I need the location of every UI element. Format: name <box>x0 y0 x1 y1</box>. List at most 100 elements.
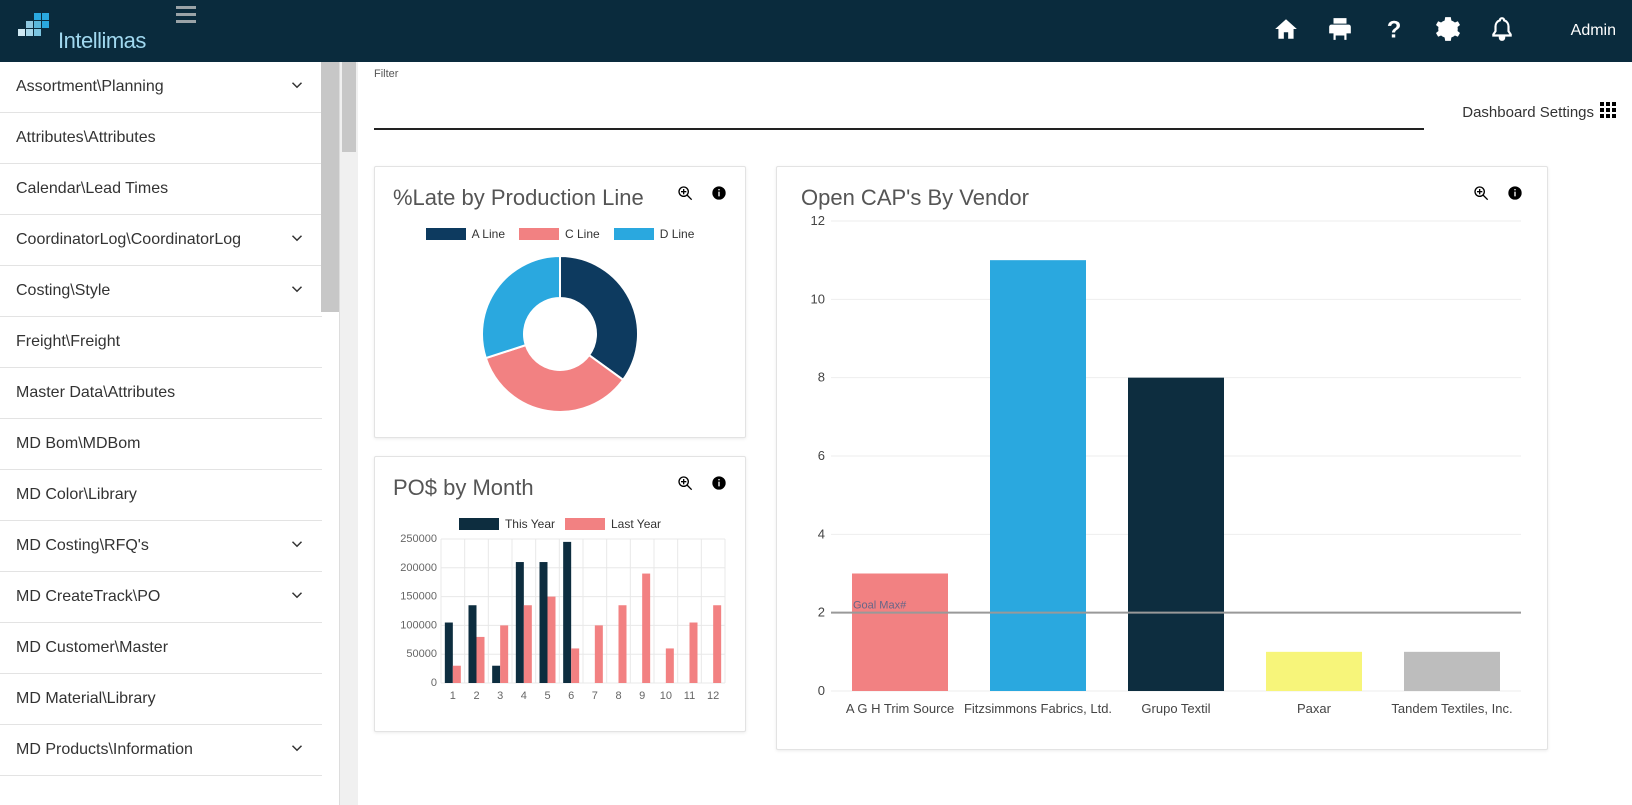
chevron-down-icon <box>288 535 306 558</box>
panel-title: %Late by Production Line <box>393 185 644 211</box>
svg-text:10: 10 <box>660 690 672 702</box>
legend-item[interactable]: This Year <box>459 517 555 531</box>
sidebar-item-label: MD Costing\RFQ's <box>16 537 149 555</box>
legend-swatch <box>614 228 654 240</box>
sidebar-item[interactable]: Assortment\Planning <box>0 62 322 113</box>
info-icon[interactable] <box>1507 185 1523 206</box>
brand-logo: Intellimas <box>16 13 146 54</box>
chevron-down-icon <box>288 280 306 303</box>
sidebar-item[interactable]: MD CreateTrack\PO <box>0 572 322 623</box>
svg-text:2: 2 <box>818 605 825 620</box>
main-scrollbar[interactable] <box>340 62 358 805</box>
svg-text:200000: 200000 <box>400 562 437 574</box>
legend-label: C Line <box>565 227 600 241</box>
info-icon[interactable] <box>711 185 727 206</box>
open-caps-chart: 024681012A G H Trim SourceFitzsimmons Fa… <box>801 211 1525 721</box>
sidebar-item[interactable]: Attributes\Attributes <box>0 113 322 164</box>
gear-icon[interactable] <box>1435 16 1461 47</box>
sidebar-item-label: Assortment\Planning <box>16 78 164 96</box>
legend-label: Last Year <box>611 517 661 531</box>
admin-link[interactable]: Admin <box>1571 22 1616 40</box>
home-icon[interactable] <box>1273 16 1299 47</box>
print-icon[interactable] <box>1327 16 1353 47</box>
sidebar-item-label: MD Customer\Master <box>16 639 168 657</box>
sidebar-item-label: Costing\Style <box>16 282 110 300</box>
legend-item[interactable]: C Line <box>519 227 600 241</box>
sidebar-item[interactable]: Master Data\Attributes <box>0 368 322 419</box>
panel-title: Open CAP's By Vendor <box>801 185 1029 211</box>
main-content: Filter Dashboard Settings %Late by Produ… <box>340 62 1632 805</box>
svg-text:8: 8 <box>818 370 825 385</box>
sidebar-item[interactable]: MD Costing\RFQ's <box>0 521 322 572</box>
svg-text:100000: 100000 <box>400 619 437 631</box>
sidebar-item[interactable]: CoordinatorLog\CoordinatorLog <box>0 215 322 266</box>
sidebar-item[interactable]: MD Customer\Master <box>0 623 322 674</box>
sidebar-item[interactable]: Freight\Freight <box>0 317 322 368</box>
panel-late-by-line: %Late by Production Line A Line C Line D L… <box>374 166 746 438</box>
sidebar-item[interactable]: Calendar\Lead Times <box>0 164 322 215</box>
svg-text:0: 0 <box>818 683 825 698</box>
svg-text:10: 10 <box>811 291 825 306</box>
info-icon[interactable] <box>711 475 727 496</box>
chevron-down-icon <box>288 229 306 252</box>
sidebar-item-label: MD CreateTrack\PO <box>16 588 160 606</box>
dashboard-settings-link[interactable]: Dashboard Settings <box>1462 104 1594 121</box>
sidebar-item-label: MD Bom\MDBom <box>16 435 140 453</box>
svg-text:8: 8 <box>615 690 621 702</box>
zoom-icon[interactable] <box>677 475 693 496</box>
legend-item[interactable]: A Line <box>426 227 505 241</box>
legend-item[interactable]: D Line <box>614 227 695 241</box>
sidebar-item[interactable]: MD Bom\MDBom <box>0 419 322 470</box>
legend-item[interactable]: Last Year <box>565 517 661 531</box>
hamburger-icon[interactable] <box>176 6 196 29</box>
svg-text:Fitzsimmons Fabrics, Ltd.: Fitzsimmons Fabrics, Ltd. <box>964 701 1112 716</box>
bell-icon[interactable] <box>1489 16 1515 47</box>
sidebar-item[interactable]: Costing\Style <box>0 266 322 317</box>
svg-text:2: 2 <box>473 690 479 702</box>
legend-swatch <box>565 518 605 530</box>
legend-swatch <box>519 228 559 240</box>
svg-text:9: 9 <box>639 690 645 702</box>
sidebar-item-label: Master Data\Attributes <box>16 384 175 402</box>
svg-text:A G H Trim Source: A G H Trim Source <box>846 701 954 716</box>
svg-text:Grupo Textil: Grupo Textil <box>1141 701 1210 716</box>
sidebar-item-label: Calendar\Lead Times <box>16 180 168 198</box>
svg-text:3: 3 <box>497 690 503 702</box>
app-header: Intellimas ? Admin <box>0 0 1632 62</box>
zoom-icon[interactable] <box>677 185 693 206</box>
sidebar-item[interactable]: MD Products\Information <box>0 725 322 776</box>
chevron-down-icon <box>288 76 306 99</box>
sidebar-item-label: CoordinatorLog\CoordinatorLog <box>16 231 241 249</box>
sidebar-scrollbar[interactable] <box>321 62 339 312</box>
zoom-icon[interactable] <box>1473 185 1489 206</box>
svg-text:0: 0 <box>431 677 437 689</box>
svg-text:12: 12 <box>707 690 719 702</box>
sidebar-item-label: MD Products\Information <box>16 741 193 759</box>
legend-label: D Line <box>660 227 695 241</box>
sidebar-item-label: Freight\Freight <box>16 333 120 351</box>
sidebar: Assortment\Planning Attributes\Attributes… <box>0 62 340 805</box>
legend-swatch <box>426 228 466 240</box>
help-icon[interactable]: ? <box>1381 16 1407 47</box>
svg-text:4: 4 <box>818 526 825 541</box>
sidebar-item[interactable]: MD Color\Library <box>0 470 322 521</box>
svg-text:6: 6 <box>568 690 574 702</box>
svg-text:11: 11 <box>684 690 695 702</box>
svg-text:5: 5 <box>544 690 550 702</box>
svg-text:150000: 150000 <box>400 591 437 603</box>
svg-text:50000: 50000 <box>406 648 437 660</box>
svg-text:Goal Max#: Goal Max# <box>853 600 907 612</box>
sidebar-item-label: MD Material\Library <box>16 690 156 708</box>
chevron-down-icon <box>288 739 306 762</box>
svg-text:6: 6 <box>818 448 825 463</box>
legend-label: A Line <box>472 227 505 241</box>
sidebar-item[interactable]: MD Material\Library <box>0 674 322 725</box>
svg-text:Paxar: Paxar <box>1297 701 1332 716</box>
donut-chart <box>475 249 645 419</box>
legend-label: This Year <box>505 517 555 531</box>
grid-icon[interactable] <box>1600 102 1616 123</box>
panel-open-caps: Open CAP's By Vendor 024681012A G H Trim… <box>776 166 1548 750</box>
filter-label: Filter <box>374 68 1616 80</box>
divider <box>374 128 1424 130</box>
chevron-down-icon <box>288 586 306 609</box>
